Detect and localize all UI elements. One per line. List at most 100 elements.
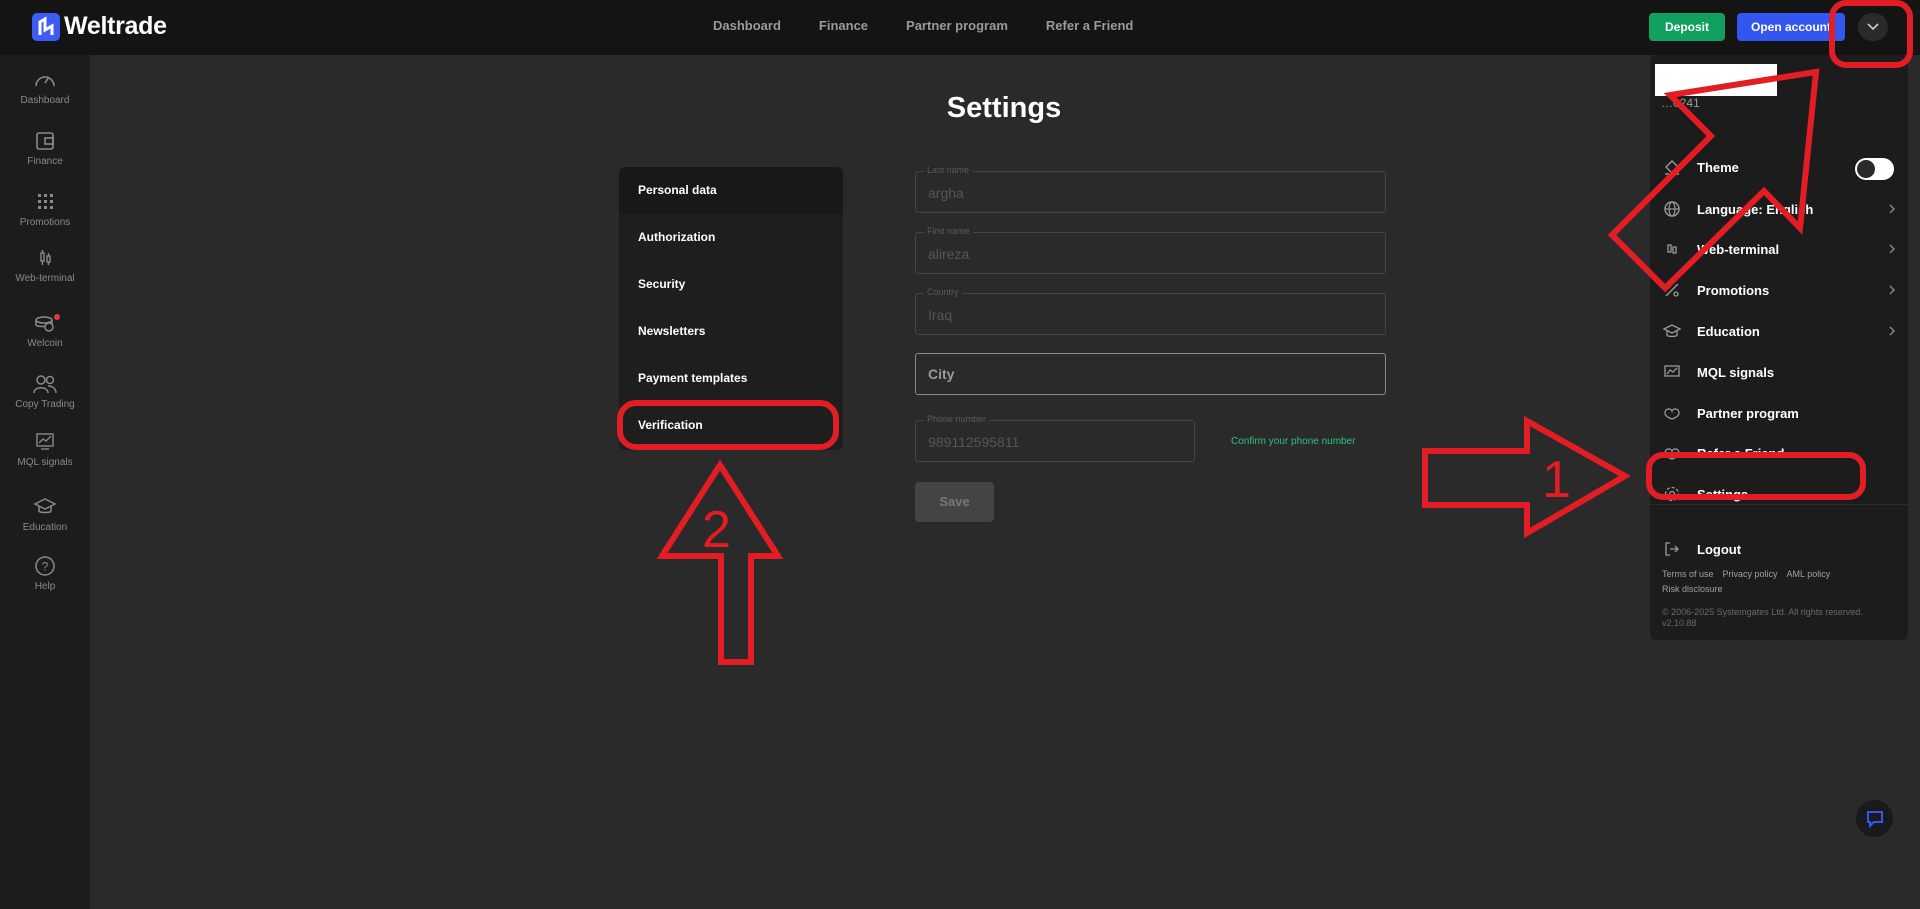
menu-language[interactable]: Language: English bbox=[1650, 191, 1908, 227]
city-field[interactable]: City bbox=[915, 353, 1386, 395]
divider bbox=[1650, 504, 1908, 505]
first-name-field[interactable]: First name alireza bbox=[915, 226, 1386, 274]
account-info-redacted bbox=[1655, 64, 1777, 96]
menu-item-authorization[interactable]: Authorization bbox=[619, 214, 843, 261]
chevron-down-icon bbox=[1867, 23, 1879, 31]
gear-icon bbox=[1664, 486, 1680, 502]
menu-settings[interactable]: Settings bbox=[1650, 476, 1908, 512]
sidebar-item-label: Web-terminal bbox=[15, 273, 75, 284]
speedometer-icon bbox=[35, 76, 55, 87]
candles-icon bbox=[1667, 244, 1677, 254]
save-button[interactable]: Save bbox=[915, 482, 994, 522]
topnav-partner-program[interactable]: Partner program bbox=[906, 18, 1008, 33]
sidebar-item-finance[interactable]: Finance bbox=[0, 130, 90, 167]
chevron-right-icon bbox=[1889, 326, 1895, 336]
handshake-icon bbox=[1664, 448, 1680, 460]
menu-item-payment-templates[interactable]: Payment templates bbox=[619, 355, 843, 402]
sidebar-item-promotions[interactable]: Promotions bbox=[0, 191, 90, 228]
menu-label: Logout bbox=[1697, 541, 1742, 557]
wallet-icon bbox=[36, 132, 54, 150]
city-placeholder: City bbox=[928, 366, 955, 382]
menu-refer-friend[interactable]: Refer a Friend bbox=[1650, 435, 1908, 471]
sidebar-item-mql-signals[interactable]: MQL signals bbox=[0, 431, 90, 468]
menu-item-newsletters[interactable]: Newsletters bbox=[619, 308, 843, 355]
sidebar-item-help[interactable]: ? Help bbox=[0, 555, 90, 592]
field-value: argha bbox=[928, 185, 964, 201]
menu-item-security[interactable]: Security bbox=[619, 261, 843, 308]
candles-icon bbox=[40, 250, 51, 265]
menu-promotions[interactable]: Promotions bbox=[1650, 272, 1908, 308]
sidebar-item-web-terminal[interactable]: Web-terminal bbox=[0, 247, 90, 284]
deposit-button[interactable]: Deposit bbox=[1649, 13, 1725, 41]
field-label: Country bbox=[924, 287, 962, 297]
menu-label: Refer a Friend bbox=[1697, 445, 1785, 461]
logo[interactable]: Weltrade bbox=[32, 12, 167, 41]
top-bar: Weltrade Dashboard Finance Partner progr… bbox=[0, 0, 1920, 55]
country-field[interactable]: Country Iraq bbox=[915, 287, 1386, 335]
profile-menu-toggle[interactable] bbox=[1858, 13, 1888, 41]
menu-logout[interactable]: Logout bbox=[1650, 531, 1908, 567]
field-label: Phone number bbox=[924, 414, 990, 424]
menu-label: MQL signals bbox=[1697, 364, 1775, 380]
chat-bubble-icon bbox=[1866, 810, 1883, 828]
menu-theme[interactable]: Theme bbox=[1650, 149, 1908, 185]
last-name-field[interactable]: Last name argha bbox=[915, 165, 1386, 213]
menu-partner-program[interactable]: Partner program bbox=[1650, 395, 1908, 431]
account-number[interactable]: …0241 bbox=[1661, 96, 1700, 110]
link-risk[interactable]: Risk disclosure bbox=[1662, 584, 1723, 594]
graduation-cap-icon bbox=[33, 498, 57, 514]
people-icon bbox=[33, 375, 57, 394]
sidebar-item-label: MQL signals bbox=[17, 457, 73, 468]
notification-dot bbox=[54, 314, 60, 320]
topnav-dashboard[interactable]: Dashboard bbox=[713, 18, 781, 33]
version-text: v2.10.88 bbox=[1662, 618, 1697, 628]
menu-mql-signals[interactable]: MQL signals bbox=[1650, 354, 1908, 390]
confirm-phone-link[interactable]: Confirm your phone number bbox=[1231, 436, 1356, 447]
settings-menu: Personal data Authorization Security New… bbox=[619, 167, 843, 450]
menu-item-verification[interactable]: Verification bbox=[619, 402, 843, 449]
menu-web-terminal[interactable]: Web-terminal bbox=[1650, 231, 1908, 267]
field-value: Iraq bbox=[928, 307, 953, 323]
arrow-right-icon bbox=[1422, 415, 1632, 539]
chevron-right-icon bbox=[1889, 285, 1895, 295]
toggle-knob bbox=[1857, 160, 1875, 178]
link-privacy[interactable]: Privacy policy bbox=[1723, 569, 1778, 579]
sidebar: Dashboard Finance Promotions Web-termina… bbox=[0, 55, 90, 909]
menu-label: Partner program bbox=[1697, 405, 1799, 421]
chat-button[interactable] bbox=[1856, 800, 1893, 837]
chart-icon bbox=[1664, 365, 1680, 377]
sidebar-item-welcoin[interactable]: Welcoin bbox=[0, 312, 90, 349]
sidebar-item-label: Copy Trading bbox=[15, 399, 75, 410]
link-terms[interactable]: Terms of use bbox=[1662, 569, 1714, 579]
percent-icon bbox=[1665, 283, 1679, 297]
menu-label: Theme bbox=[1697, 159, 1739, 175]
logout-icon bbox=[1665, 542, 1679, 556]
link-aml[interactable]: AML policy bbox=[1787, 569, 1831, 579]
menu-education[interactable]: Education bbox=[1650, 313, 1908, 349]
chart-icon bbox=[36, 433, 54, 450]
field-label: Last name bbox=[924, 165, 973, 175]
menu-label: Promotions bbox=[1697, 282, 1770, 298]
topnav-refer-friend[interactable]: Refer a Friend bbox=[1046, 18, 1133, 33]
menu-label: Web-terminal bbox=[1697, 241, 1780, 257]
sidebar-item-copy-trading[interactable]: Copy Trading bbox=[0, 373, 90, 410]
chevron-right-icon bbox=[1889, 204, 1895, 214]
topnav-finance[interactable]: Finance bbox=[819, 18, 868, 33]
help-icon: ? bbox=[35, 556, 55, 576]
sidebar-item-label: Promotions bbox=[19, 217, 71, 228]
grid-icon bbox=[38, 194, 53, 209]
step-2-label: 2 bbox=[702, 501, 731, 559]
brand-name: Weltrade bbox=[64, 12, 167, 40]
sidebar-item-education[interactable]: Education bbox=[0, 496, 90, 533]
arrow-up-icon bbox=[656, 459, 784, 665]
chevron-right-icon bbox=[1889, 244, 1895, 254]
svg-text:?: ? bbox=[42, 560, 49, 574]
menu-item-personal-data[interactable]: Personal data bbox=[619, 167, 843, 214]
phone-field[interactable]: Phone number 989112595811 bbox=[915, 414, 1195, 462]
open-account-button[interactable]: Open account bbox=[1737, 13, 1845, 41]
copyright: © 2006-2025 Systemgates Ltd. All rights … bbox=[1662, 607, 1902, 629]
sidebar-item-label: Welcoin bbox=[27, 338, 63, 349]
footer-links: Terms of use Privacy policy AML policy Risk… bbox=[1662, 567, 1902, 597]
theme-toggle[interactable] bbox=[1855, 158, 1894, 180]
graduation-cap-icon bbox=[1663, 324, 1681, 338]
